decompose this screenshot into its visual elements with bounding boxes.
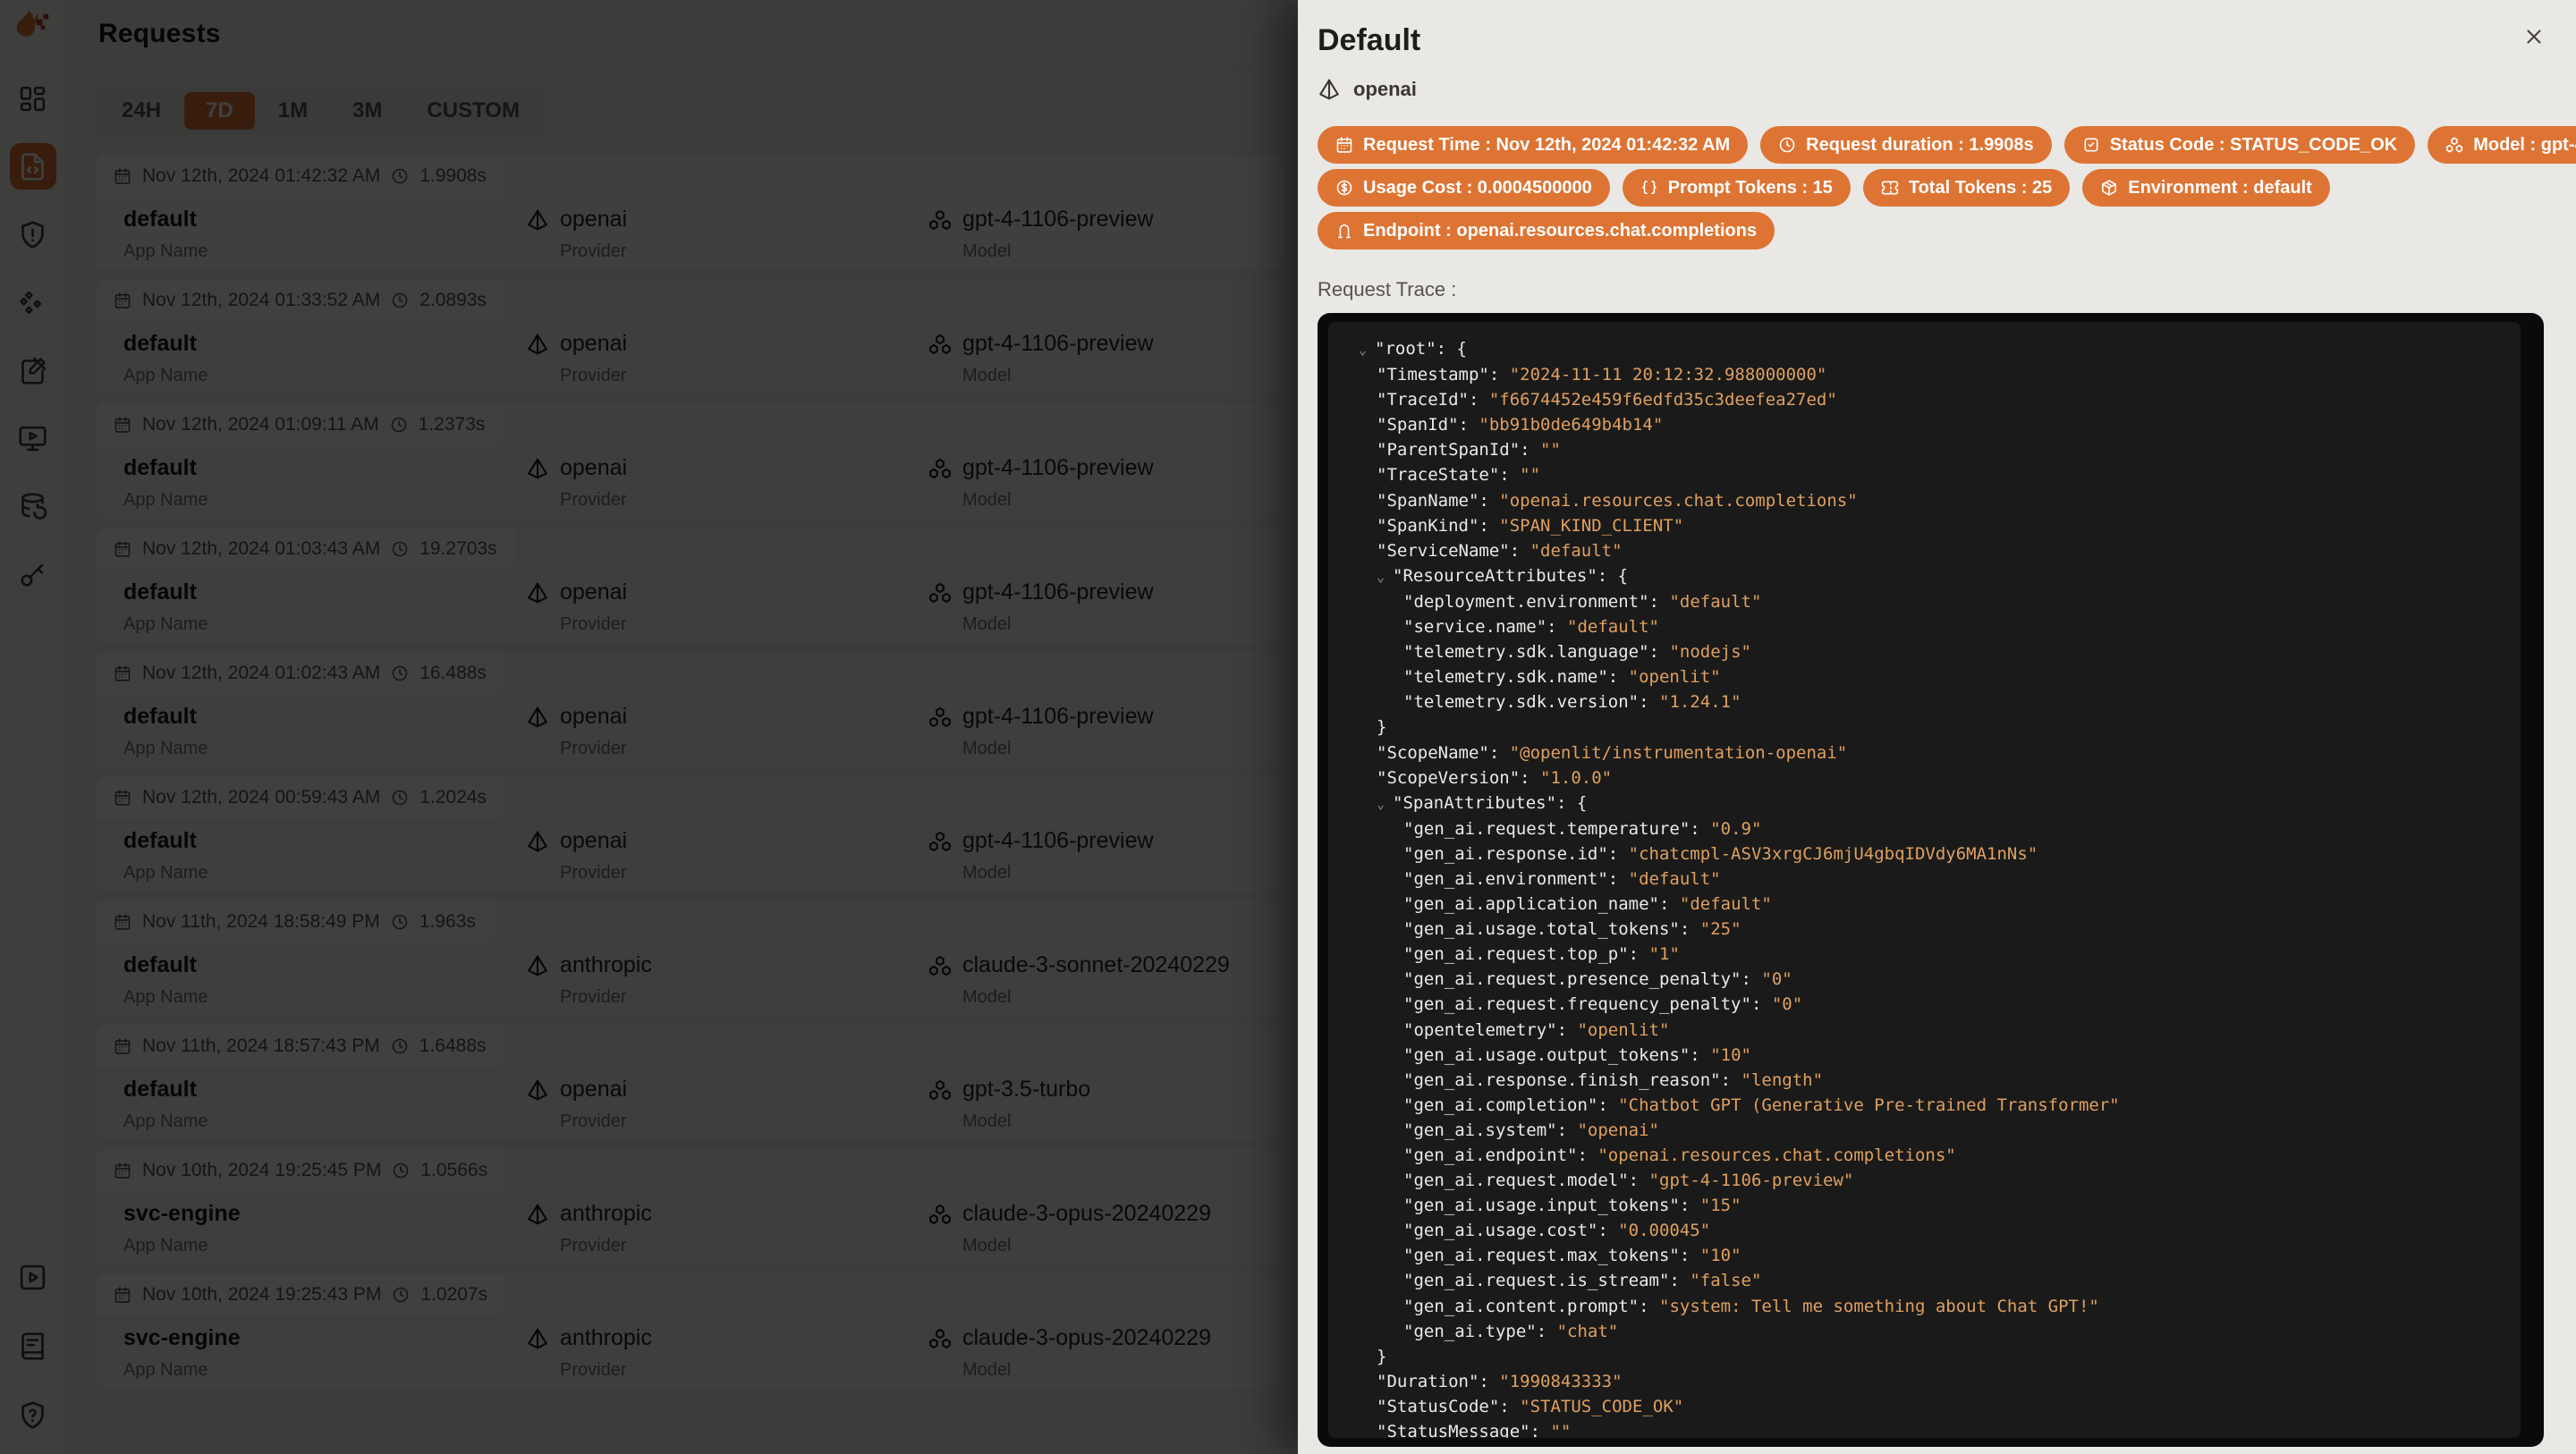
trace-line: "gen_ai.request.model": "gpt-4-1106-prev… — [1403, 1171, 1854, 1191]
close-icon[interactable] — [2522, 23, 2549, 50]
detail-badge: Endpoint : openai.resources.chat.complet… — [1318, 212, 1775, 249]
trace-line: "SpanName": "openai.resources.chat.compl… — [1377, 490, 1858, 511]
detail-badge: Request duration : 1.9908s — [1760, 126, 2052, 164]
detail-badge: Model : gpt-4-1106-preview — [2428, 126, 2576, 164]
status-badge-icon — [2082, 136, 2100, 154]
braces-icon — [1640, 179, 1658, 197]
trace-line: "opentelemetry": "openlit" — [1403, 1019, 1670, 1040]
trace-line: ⌄ "root": { — [1346, 336, 2521, 362]
trace-line: "ParentSpanId": "" — [1377, 440, 1561, 461]
trace-line: "Duration": "1990843333" — [1377, 1371, 1623, 1391]
trace-line: "gen_ai.usage.total_tokens": "25" — [1403, 919, 1741, 940]
detail-title: Default — [1318, 23, 1421, 57]
detail-badge: Environment : default — [2082, 169, 2330, 207]
trace-line: "gen_ai.request.temperature": "0.9" — [1403, 818, 1762, 839]
detail-badge: Prompt Tokens : 15 — [1622, 169, 1851, 207]
ticket-icon — [1881, 179, 1899, 197]
trace-line: "ScopeName": "@openlit/instrumentation-o… — [1377, 742, 1848, 763]
trace-line: "TraceState": "" — [1377, 465, 1541, 486]
trace-line: "gen_ai.request.is_stream": "false" — [1403, 1271, 1762, 1291]
trace-line: "gen_ai.environment": "default" — [1403, 868, 1721, 889]
detail-badge: Status Code : STATUS_CODE_OK — [2063, 126, 2416, 164]
trace-line: "gen_ai.endpoint": "openai.resources.cha… — [1403, 1145, 1956, 1165]
trace-line: "gen_ai.usage.cost": "0.00045" — [1403, 1221, 1711, 1241]
request-trace-json: ⌄ "root": { "Timestamp": "2024-11-11 20:12… — [1328, 322, 2521, 1438]
trace-line: "telemetry.sdk.version": "1.24.1" — [1403, 692, 1741, 713]
trace-line: "TraceId": "f6674452e459f6edfd35c3deefea… — [1377, 390, 1837, 410]
trace-line: "gen_ai.response.id": "chatcmpl-ASV3xrgC… — [1403, 843, 2038, 864]
endpoint-arch-icon — [1335, 222, 1353, 240]
pyramid-icon — [1318, 78, 1341, 101]
trace-line: "SpanId": "bb91b0de649b4b14" — [1377, 415, 1664, 435]
trace-line: "gen_ai.system": "openai" — [1403, 1120, 1659, 1140]
app-root: Requests 24H7D1M3MCUSTOM Nov 12th, 2024 … — [0, 0, 2576, 1454]
detail-badges: Request Time : Nov 12th, 2024 01:42:32 A… — [1318, 126, 2576, 249]
trace-line: "gen_ai.response.finish_reason": "length… — [1403, 1069, 1824, 1090]
detail-provider-label: openai — [1353, 78, 1417, 100]
trace-line: "StatusCode": "STATUS_CODE_OK" — [1377, 1396, 1684, 1416]
trace-line: "gen_ai.content.prompt": "system: Tell m… — [1403, 1296, 2099, 1316]
trace-line: } — [1377, 1346, 1387, 1366]
detail-badge: Usage Cost : 0.0004500000 — [1318, 169, 1610, 207]
collapse-chevron-icon[interactable]: ⌄ — [1377, 564, 1393, 589]
trace-line: "gen_ai.request.top_p": "1" — [1403, 944, 1680, 965]
trace-line: "gen_ai.application_name": "default" — [1403, 894, 1772, 915]
badge-row: Usage Cost : 0.0004500000 Prompt Tokens :… — [1318, 169, 2544, 207]
trace-line: "gen_ai.usage.output_tokens": "10" — [1403, 1044, 1751, 1065]
trace-line: "ScopeVersion": "1.0.0" — [1377, 767, 1613, 788]
trace-line: "gen_ai.request.frequency_penalty": "0" — [1403, 994, 1803, 1015]
detail-provider: openai — [1318, 78, 2544, 101]
trace-line: "gen_ai.usage.input_tokens": "15" — [1403, 1196, 1741, 1216]
trace-line: "SpanKind": "SPAN_KIND_CLIENT" — [1377, 515, 1684, 536]
circle-dollar-icon — [1335, 179, 1353, 197]
collapse-chevron-icon[interactable]: ⌄ — [1359, 337, 1375, 362]
trace-line: "service.name": "default" — [1403, 617, 1659, 638]
badge-row: Endpoint : openai.resources.chat.complet… — [1318, 212, 2544, 249]
package-icon — [2100, 179, 2118, 197]
trace-line: ⌄ "SpanAttributes": { — [1346, 790, 2521, 816]
detail-badge: Request Time : Nov 12th, 2024 01:42:32 A… — [1318, 126, 1749, 164]
calendar-icon — [1335, 136, 1353, 154]
detail-badge: Total Tokens : 25 — [1862, 169, 2071, 207]
clock-icon — [1778, 136, 1796, 154]
trace-line: "telemetry.sdk.language": "nodejs" — [1403, 642, 1751, 663]
trace-line: ⌄ "ResourceAttributes": { — [1346, 563, 2521, 589]
trace-line: "gen_ai.request.presence_penalty": "0" — [1403, 969, 1792, 990]
trace-line: "StatusMessage": "" — [1377, 1422, 1572, 1438]
request-detail-panel: Default openai Request Time : Nov 12th, … — [1298, 0, 2576, 1454]
trace-line: "Timestamp": "2024-11-11 20:12:32.988000… — [1377, 365, 1827, 385]
trace-line: "ServiceName": "default" — [1377, 540, 1623, 561]
boxes-icon — [2445, 136, 2463, 154]
badge-row: Request Time : Nov 12th, 2024 01:42:32 A… — [1318, 126, 2576, 164]
request-trace-label: Request Trace : — [1318, 278, 1457, 300]
trace-line: "deployment.environment": "default" — [1403, 591, 1762, 612]
request-trace-box[interactable]: ⌄ "root": { "Timestamp": "2024-11-11 20:12… — [1318, 313, 2544, 1447]
dim-overlay[interactable] — [0, 0, 1298, 1454]
trace-line: "telemetry.sdk.name": "openlit" — [1403, 667, 1721, 688]
trace-line: "gen_ai.type": "chat" — [1403, 1321, 1619, 1341]
trace-line: "gen_ai.completion": "Chatbot GPT (Gener… — [1403, 1095, 2120, 1115]
collapse-chevron-icon[interactable]: ⌄ — [1377, 791, 1393, 816]
trace-line: } — [1377, 717, 1387, 738]
trace-line: "gen_ai.request.max_tokens": "10" — [1403, 1246, 1741, 1266]
